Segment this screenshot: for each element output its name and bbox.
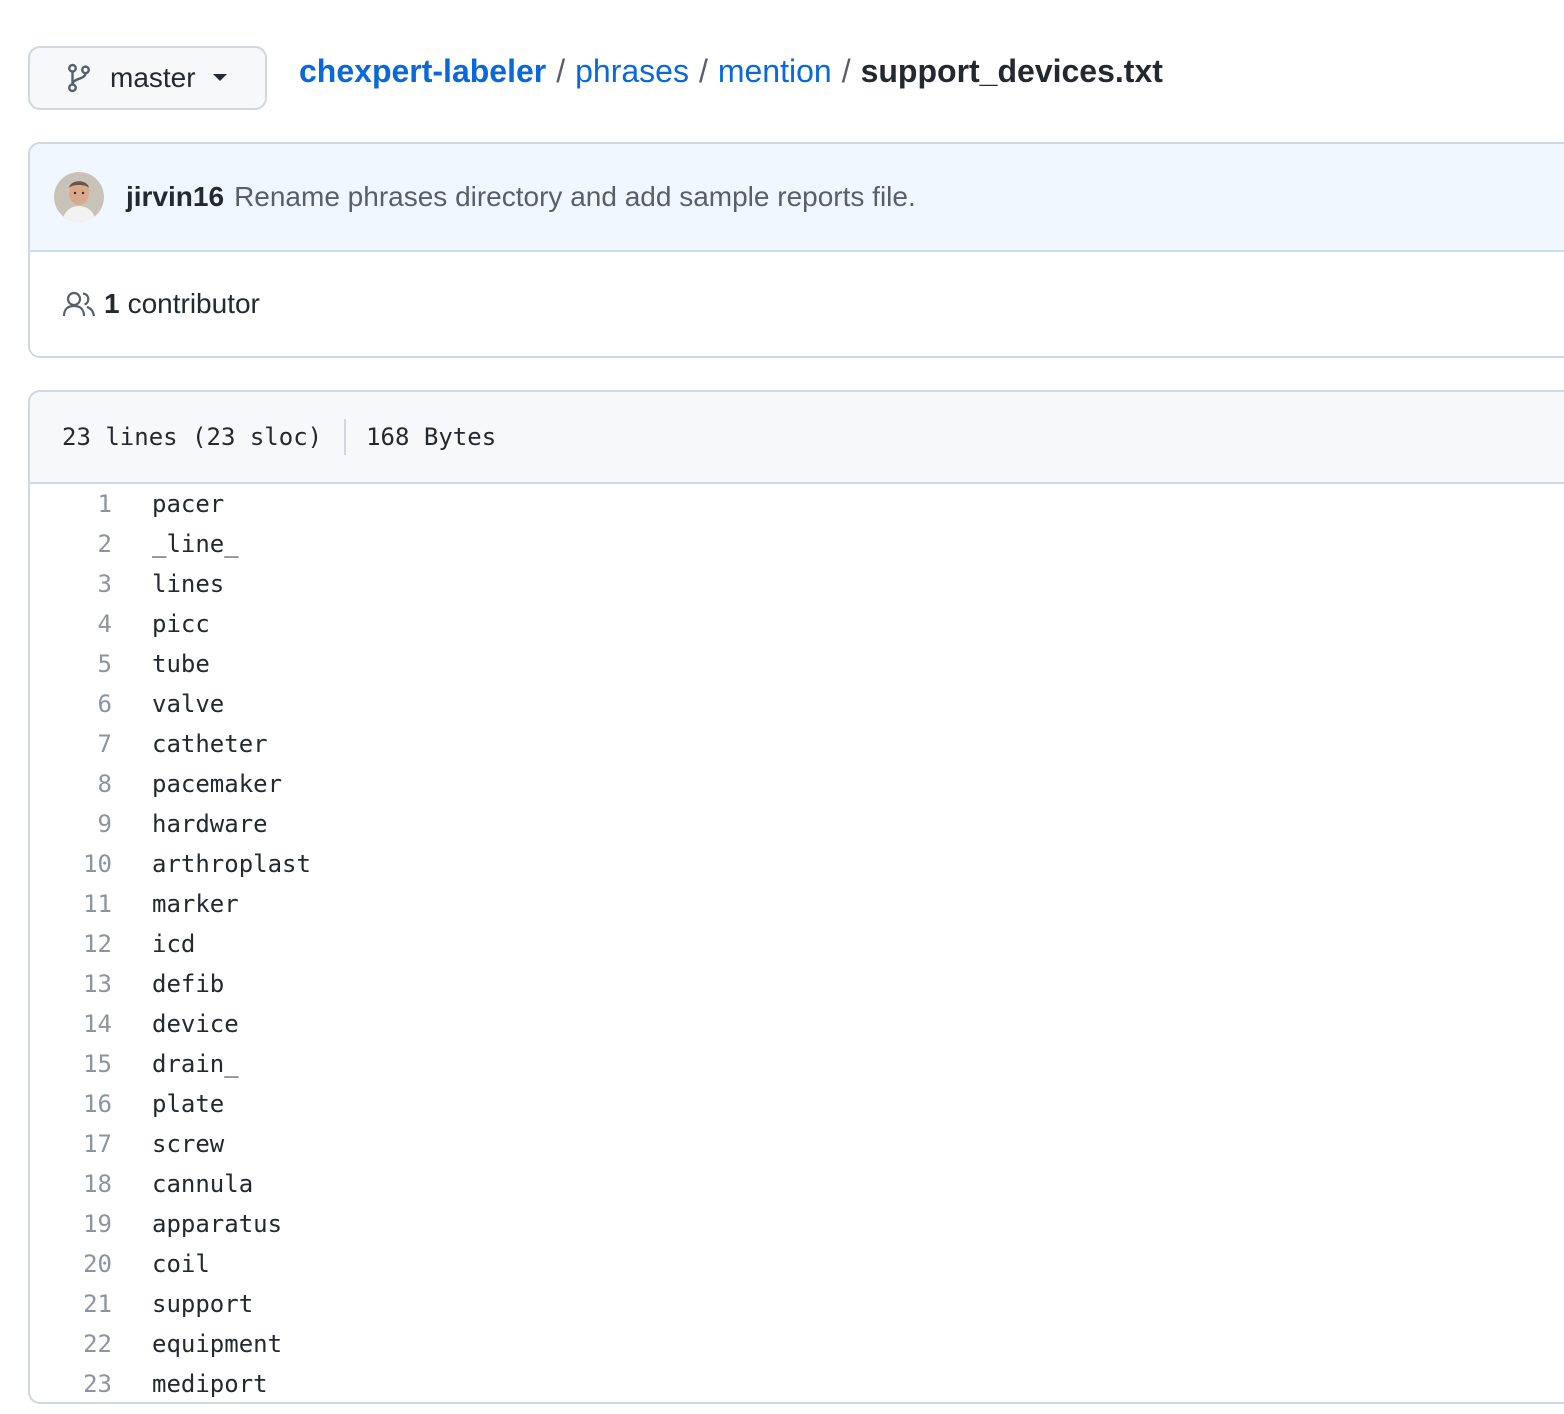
code-table: 1 pacer 2 _line_ 3 lines 4 picc 5 tube 6 valve 7 cath… — [30, 484, 1564, 1402]
branch-select-button[interactable]: master — [28, 46, 267, 110]
line-code: arthroplast — [152, 850, 311, 878]
code-line: 2 _line_ — [30, 524, 1564, 564]
line-code: plate — [152, 1090, 225, 1118]
code-line: 10 arthroplast — [30, 844, 1564, 884]
line-code: tube — [152, 650, 210, 678]
line-code: drain_ — [152, 1050, 239, 1078]
git-branch-icon — [64, 62, 94, 94]
code-line: 11 marker — [30, 884, 1564, 924]
line-number[interactable]: 23 — [30, 1370, 112, 1398]
breadcrumb-separator: / — [556, 53, 566, 89]
latest-commit-box: jirvin16 Rename phrases directory and ad… — [28, 142, 1564, 358]
code-line: 1 pacer — [30, 484, 1564, 524]
file-viewer: 23 lines (23 sloc) 168 Bytes 1 pacer 2 _lin… — [28, 390, 1564, 1404]
branch-name: master — [110, 62, 196, 93]
line-code: lines — [152, 570, 225, 598]
code-line: 16 plate — [30, 1084, 1564, 1124]
line-code: pacer — [152, 490, 225, 518]
line-code: marker — [152, 890, 239, 918]
line-number[interactable]: 12 — [30, 930, 112, 958]
code-line: 4 picc — [30, 604, 1564, 644]
commit-message-link[interactable]: Rename phrases directory and add sample … — [234, 181, 916, 213]
code-line: 21 support — [30, 1284, 1564, 1324]
line-number[interactable]: 18 — [30, 1170, 112, 1198]
line-number[interactable]: 22 — [30, 1330, 112, 1358]
line-number[interactable]: 21 — [30, 1290, 112, 1318]
code-line: 9 hardware — [30, 804, 1564, 844]
line-number[interactable]: 14 — [30, 1010, 112, 1038]
contributor-label: contributor — [127, 288, 260, 319]
people-icon — [62, 290, 96, 318]
line-number[interactable]: 4 — [30, 610, 112, 638]
line-code: equipment — [152, 1330, 283, 1358]
file-size: 168 Bytes — [366, 423, 497, 451]
line-code: _line_ — [152, 530, 239, 558]
file-info-header: 23 lines (23 sloc) 168 Bytes — [30, 392, 1564, 484]
line-number[interactable]: 17 — [30, 1130, 112, 1158]
code-line: 23 mediport — [30, 1364, 1564, 1402]
code-line: 13 defib — [30, 964, 1564, 1004]
code-line: 6 valve — [30, 684, 1564, 724]
line-code: mediport — [152, 1370, 268, 1398]
line-number[interactable]: 13 — [30, 970, 112, 998]
breadcrumb-separator: / — [841, 53, 851, 89]
code-line: 17 screw — [30, 1124, 1564, 1164]
breadcrumb-repo-link[interactable]: chexpert-labeler — [299, 50, 546, 92]
code-line: 20 coil — [30, 1244, 1564, 1284]
line-number[interactable]: 9 — [30, 810, 112, 838]
breadcrumb-separator: / — [698, 53, 708, 89]
line-number[interactable]: 20 — [30, 1250, 112, 1278]
code-line: 3 lines — [30, 564, 1564, 604]
breadcrumb: chexpert-labeler / phrases / mention / s… — [299, 50, 1163, 92]
line-number[interactable]: 6 — [30, 690, 112, 718]
line-number[interactable]: 7 — [30, 730, 112, 758]
code-line: 22 equipment — [30, 1324, 1564, 1364]
breadcrumb-file-name: support_devices.txt — [860, 53, 1163, 89]
commit-header: jirvin16 Rename phrases directory and ad… — [30, 144, 1564, 252]
line-code: screw — [152, 1130, 225, 1158]
line-number[interactable]: 3 — [30, 570, 112, 598]
line-code: icd — [152, 930, 196, 958]
breadcrumb-dir-link[interactable]: mention — [718, 50, 832, 92]
contributors-link[interactable]: 1 contributor — [30, 252, 1564, 356]
line-number[interactable]: 5 — [30, 650, 112, 678]
line-number[interactable]: 16 — [30, 1090, 112, 1118]
code-line: 14 device — [30, 1004, 1564, 1044]
commit-author-link[interactable]: jirvin16 — [126, 181, 224, 213]
code-line: 8 pacemaker — [30, 764, 1564, 804]
code-line: 18 cannula — [30, 1164, 1564, 1204]
line-code: device — [152, 1010, 239, 1038]
code-line: 12 icd — [30, 924, 1564, 964]
line-number[interactable]: 2 — [30, 530, 112, 558]
author-avatar[interactable] — [54, 172, 104, 222]
line-number[interactable]: 1 — [30, 490, 112, 518]
caret-down-icon — [212, 73, 228, 83]
contributor-count: 1 — [104, 288, 120, 319]
line-code: defib — [152, 970, 225, 998]
code-line: 19 apparatus — [30, 1204, 1564, 1244]
code-line: 15 drain_ — [30, 1044, 1564, 1084]
line-code: hardware — [152, 810, 268, 838]
line-code: cannula — [152, 1170, 254, 1198]
line-code: valve — [152, 690, 225, 718]
line-number[interactable]: 8 — [30, 770, 112, 798]
line-number[interactable]: 10 — [30, 850, 112, 878]
breadcrumb-dir-link[interactable]: phrases — [575, 50, 689, 92]
line-code: pacemaker — [152, 770, 283, 798]
code-line: 5 tube — [30, 644, 1564, 684]
code-line: 7 catheter — [30, 724, 1564, 764]
line-code: support — [152, 1290, 254, 1318]
line-number[interactable]: 19 — [30, 1210, 112, 1238]
line-code: coil — [152, 1250, 210, 1278]
line-number[interactable]: 15 — [30, 1050, 112, 1078]
line-code: catheter — [152, 730, 268, 758]
line-code: picc — [152, 610, 210, 638]
file-line-count: 23 lines (23 sloc) — [62, 423, 323, 451]
file-info-divider — [344, 419, 347, 455]
line-number[interactable]: 11 — [30, 890, 112, 918]
line-code: apparatus — [152, 1210, 283, 1238]
